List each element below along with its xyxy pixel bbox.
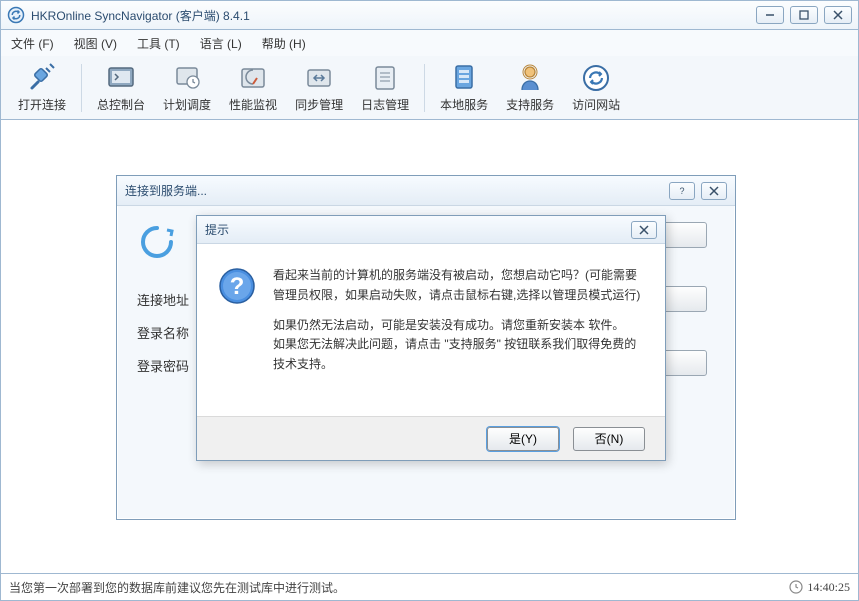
dialog-title: 连接到服务端... [125, 182, 663, 199]
app-logo-icon [7, 6, 25, 24]
toolbar-separator [424, 64, 425, 112]
menu-file[interactable]: 文件 (F) [11, 35, 54, 52]
tb-label: 日志管理 [361, 96, 409, 113]
tb-label: 打开连接 [18, 96, 66, 113]
msgbox-close-button[interactable] [631, 221, 657, 239]
server-icon [448, 62, 480, 94]
tb-label: 总控制台 [97, 96, 145, 113]
gauge-icon [237, 62, 269, 94]
clock-icon [789, 580, 803, 594]
tb-label: 性能监视 [229, 96, 277, 113]
tb-logmgr[interactable]: 日志管理 [352, 57, 418, 118]
tb-label: 同步管理 [295, 96, 343, 113]
dialog-titlebar: 连接到服务端... ? [117, 176, 735, 206]
tb-console[interactable]: 总控制台 [88, 57, 154, 118]
yes-button[interactable]: 是(Y) [487, 427, 559, 451]
log-icon [369, 62, 401, 94]
svg-text:?: ? [679, 186, 684, 196]
msgbox-title: 提示 [205, 221, 631, 238]
msgbox-text: 看起来当前的计算机的服务端没有被启动，您想启动它吗？(可能需要管理员权限，如果启… [273, 266, 645, 375]
plug-icon [26, 62, 58, 94]
minimize-button[interactable] [756, 6, 784, 24]
msgbox-footer: 是(Y) 否(N) [197, 416, 665, 460]
sync-icon [303, 62, 335, 94]
tb-localsvc[interactable]: 本地服务 [431, 57, 497, 118]
tb-label: 访问网站 [572, 96, 620, 113]
msg-line1: 看起来当前的计算机的服务端没有被启动，您想启动它吗？(可能需要管理员权限，如果启… [273, 266, 645, 306]
menu-view[interactable]: 视图 (V) [74, 35, 117, 52]
question-icon: ? [217, 266, 257, 306]
status-time: 14:40:25 [807, 580, 850, 595]
svg-text:?: ? [230, 273, 245, 300]
swirl-icon [137, 222, 177, 262]
no-button[interactable]: 否(N) [573, 427, 645, 451]
msg-line3: 如果您无法解决此问题，请点击 "支持服务" 按钮联系我们取得免费的技术支持。 [273, 335, 645, 375]
tb-label: 本地服务 [440, 96, 488, 113]
status-text: 当您第一次部署到您的数据库前建议您先在测试库中进行测试。 [9, 579, 789, 596]
tb-website[interactable]: 访问网站 [563, 57, 629, 118]
dialog-close-button[interactable] [701, 182, 727, 200]
statusbar: 当您第一次部署到您的数据库前建议您先在测试库中进行测试。 14:40:25 [0, 573, 859, 601]
msg-line2: 如果仍然无法启动，可能是安装没有成功。请您重新安装本 软件。 [273, 316, 645, 336]
schedule-icon [171, 62, 203, 94]
tb-schedule[interactable]: 计划调度 [154, 57, 220, 118]
menu-language[interactable]: 语言 (L) [200, 35, 242, 52]
message-box: 提示 ? 看起来当前的计算机的服务端没有被启动，您想启动它吗？(可能需要管理员权… [196, 215, 666, 461]
content-area: 连接到服务端... ? 连接地址 登录名称 登录密码 提示 [0, 120, 859, 573]
menu-help[interactable]: 帮助 (H) [262, 35, 306, 52]
msgbox-titlebar: 提示 [197, 216, 665, 244]
window-titlebar: HKROnline SyncNavigator (客户端) 8.4.1 [0, 0, 859, 30]
maximize-button[interactable] [790, 6, 818, 24]
support-icon [514, 62, 546, 94]
console-icon [105, 62, 137, 94]
tb-label: 计划调度 [163, 96, 211, 113]
msgbox-body: ? 看起来当前的计算机的服务端没有被启动，您想启动它吗？(可能需要管理员权限，如… [197, 244, 665, 385]
tb-perfmon[interactable]: 性能监视 [220, 57, 286, 118]
close-button[interactable] [824, 6, 852, 24]
window-title: HKROnline SyncNavigator (客户端) 8.4.1 [31, 7, 756, 24]
toolbar: 打开连接 总控制台 计划调度 性能监视 同步管理 日志管理 本地服务 支持服务 … [0, 56, 859, 120]
window-controls [756, 6, 852, 24]
tb-label: 支持服务 [506, 96, 554, 113]
tb-open-connection[interactable]: 打开连接 [9, 57, 75, 118]
tb-syncmgr[interactable]: 同步管理 [286, 57, 352, 118]
refresh-icon [580, 62, 612, 94]
menubar: 文件 (F) 视图 (V) 工具 (T) 语言 (L) 帮助 (H) [0, 30, 859, 56]
tb-support[interactable]: 支持服务 [497, 57, 563, 118]
toolbar-separator [81, 64, 82, 112]
dialog-help-button[interactable]: ? [669, 182, 695, 200]
menu-tools[interactable]: 工具 (T) [137, 35, 180, 52]
